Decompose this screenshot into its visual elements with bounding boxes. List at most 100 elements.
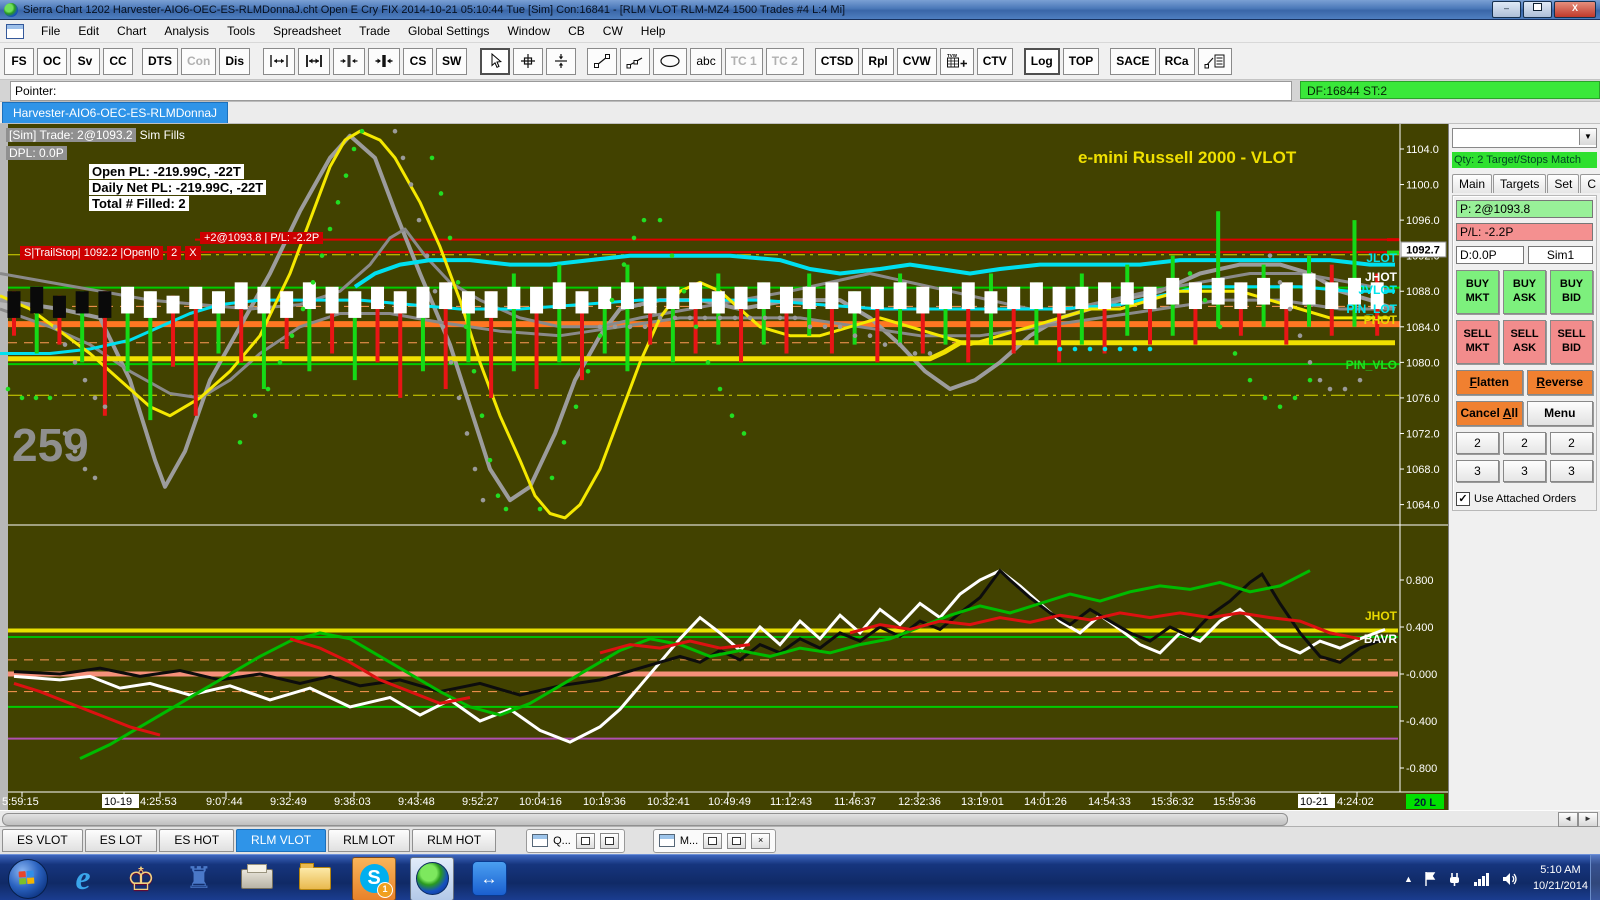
toolbar-button-dts[interactable]: DTS — [142, 47, 178, 75]
buy-mkt-button[interactable]: BUY MKT — [1456, 270, 1499, 314]
menu-item-file[interactable]: File — [32, 24, 69, 38]
ellipse-tool-icon[interactable] — [653, 47, 688, 75]
menu-item-chart[interactable]: Chart — [108, 24, 155, 38]
scrollbar-thumb[interactable] — [2, 813, 1288, 826]
horizontal-scrollbar[interactable]: ◄ ► — [0, 810, 1600, 827]
toolbar-button-log[interactable]: Log — [1023, 47, 1060, 75]
trade-tab-set[interactable]: Set — [1547, 174, 1580, 193]
chart-tab-es-vlot[interactable]: ES VLOT — [2, 829, 83, 852]
vertical-measure-tool-icon[interactable] — [546, 47, 577, 75]
menu-item-help[interactable]: Help — [632, 24, 675, 38]
sell-bid-button[interactable]: SELL BID — [1550, 320, 1593, 364]
qty-preset-button[interactable]: 2 — [1550, 432, 1593, 454]
chartbook-tab[interactable]: Harvester-AIO6-OEC-ES-RLMDonnaJ — [2, 102, 229, 123]
toolbar-button-oc[interactable]: OC — [37, 47, 67, 75]
toolbar-button-rpl[interactable]: Rpl — [862, 47, 894, 75]
shrink-bars-2-icon[interactable] — [368, 47, 401, 75]
maximize-button[interactable] — [727, 832, 747, 849]
reverse-button[interactable]: Reverse — [1526, 370, 1593, 395]
toolbar-button-ctv[interactable]: CTV — [976, 47, 1013, 75]
cancel-all-button[interactable]: Cancel All — [1456, 401, 1523, 426]
expand-bars-2-icon[interactable] — [298, 47, 331, 75]
sierra-chart-taskbar-icon[interactable] — [410, 856, 454, 900]
chart-calculator-icon[interactable] — [1197, 47, 1232, 75]
network-signal-icon[interactable] — [1473, 871, 1491, 887]
chart-tab-es-hot[interactable]: ES HOT — [159, 829, 235, 852]
toolbar-button-cvw[interactable]: CVW — [896, 47, 937, 75]
use-attached-orders-row[interactable]: ✓ Use Attached Orders — [1456, 492, 1593, 506]
toolbar-button-rca[interactable]: RCa — [1158, 47, 1195, 75]
menu-button[interactable]: Menu — [1526, 401, 1593, 426]
menu-item-window[interactable]: Window — [498, 24, 559, 38]
menu-item-edit[interactable]: Edit — [69, 24, 108, 38]
trade-tab-targets[interactable]: Targets — [1493, 174, 1547, 193]
minimized-window-M[interactable]: M... × — [652, 828, 777, 853]
toolbar-button-text-tool[interactable]: abc — [690, 47, 722, 75]
trade-tab-c[interactable]: C — [1580, 174, 1600, 193]
crosshair-tool-icon[interactable] — [513, 47, 544, 75]
fax-machine-icon[interactable] — [236, 858, 278, 900]
restore-button[interactable] — [703, 832, 723, 849]
close-button[interactable]: × — [751, 832, 771, 849]
start-button[interactable] — [8, 858, 48, 899]
chart-tab-rlm-vlot[interactable]: RLM VLOT — [236, 829, 327, 852]
trail-stop-qty[interactable]: 2 — [167, 246, 182, 260]
chart-tab-rlm-lot[interactable]: RLM LOT — [328, 829, 411, 852]
maximize-button[interactable] — [599, 832, 619, 849]
buy-ask-button[interactable]: BUY ASK — [1503, 270, 1546, 314]
trendline-tool-icon[interactable] — [587, 47, 618, 75]
menu-item-spreadsheet[interactable]: Spreadsheet — [264, 24, 350, 38]
scroll-right-button[interactable]: ► — [1578, 812, 1598, 827]
minimize-button[interactable]: – — [1492, 1, 1521, 18]
toolbar-button-sv[interactable]: Sv — [70, 47, 100, 75]
menu-item-analysis[interactable]: Analysis — [155, 24, 218, 38]
toolbar-button-sw[interactable]: SW — [436, 47, 468, 75]
menu-item-cw[interactable]: CW — [594, 24, 632, 38]
ray-tool-icon[interactable] — [620, 47, 651, 75]
chevron-down-icon[interactable]: ▼ — [1579, 129, 1596, 145]
qty-preset-button[interactable]: 3 — [1503, 460, 1546, 482]
price-chart[interactable]: 1104.01100.01096.01092.01088.01084.01080… — [0, 124, 1448, 810]
toolbar-button-ctsd[interactable]: CTSD — [814, 47, 860, 75]
menu-item-global-settings[interactable]: Global Settings — [399, 24, 498, 38]
chart-tab-rlm-hot[interactable]: RLM HOT — [412, 829, 497, 852]
order-type-dropdown[interactable]: ▼ — [1452, 128, 1597, 148]
hidden-icons-button[interactable]: ▲ — [1404, 874, 1413, 884]
menu-item-tools[interactable]: Tools — [218, 24, 264, 38]
action-center-flag-icon[interactable] — [1423, 871, 1437, 887]
restore-button[interactable] — [575, 832, 595, 849]
chart-area[interactable]: 1104.01100.01096.01092.01088.01084.01080… — [0, 124, 1600, 810]
scroll-left-button[interactable]: ◄ — [1558, 812, 1578, 827]
account-field[interactable]: Sim1 — [1528, 246, 1593, 264]
trade-tab-main[interactable]: Main — [1452, 174, 1493, 193]
security-castle-icon[interactable]: ♜ — [178, 858, 220, 900]
sell-mkt-button[interactable]: SELL MKT — [1456, 320, 1499, 364]
minimized-window-Q[interactable]: Q... — [526, 828, 625, 853]
chart-tab-es-lot[interactable]: ES LOT — [84, 829, 158, 852]
open-position-order-label[interactable]: +2@1093.8 | P/L: -2.2P — [200, 230, 324, 245]
teamviewer-icon[interactable]: ↔ — [468, 858, 510, 900]
toolbar-button-cc[interactable]: CC — [103, 47, 133, 75]
flatten-button[interactable]: Flatten — [1456, 370, 1523, 395]
toolbar-button-cs[interactable]: CS — [403, 47, 434, 75]
buy-bid-button[interactable]: BUY BID — [1550, 270, 1593, 314]
qty-preset-button[interactable]: 2 — [1456, 432, 1499, 454]
qty-preset-button[interactable]: 2 — [1503, 432, 1546, 454]
trail-stop-cancel[interactable]: X — [185, 246, 201, 260]
skype-icon[interactable]: S 1 — [352, 856, 396, 900]
taskbar-clock[interactable]: 5:10 AM 10/21/2014 — [1533, 863, 1588, 894]
file-explorer-icon[interactable] — [294, 858, 336, 900]
toolbar-button-disconnect[interactable]: Dis — [219, 47, 251, 75]
qty-preset-button[interactable]: 3 — [1456, 460, 1499, 482]
power-plug-icon[interactable] — [1447, 871, 1463, 887]
menu-item-cb[interactable]: CB — [559, 24, 594, 38]
expand-bars-icon[interactable] — [263, 47, 296, 75]
internet-explorer-icon[interactable]: e — [62, 858, 104, 900]
card-game-icon[interactable]: ♔ — [120, 858, 162, 900]
qty-preset-button[interactable]: 3 — [1550, 460, 1593, 482]
toolbar-button-fs[interactable]: FS — [4, 47, 34, 75]
trailing-stop-order-label[interactable]: S|TrailStop| 1092.2 |Open|0 2 X — [20, 246, 201, 260]
toolbar-button-top[interactable]: TOP — [1062, 47, 1100, 75]
sell-ask-button[interactable]: SELL ASK — [1503, 320, 1546, 364]
toolbar-button-sace[interactable]: SACE — [1110, 47, 1156, 75]
